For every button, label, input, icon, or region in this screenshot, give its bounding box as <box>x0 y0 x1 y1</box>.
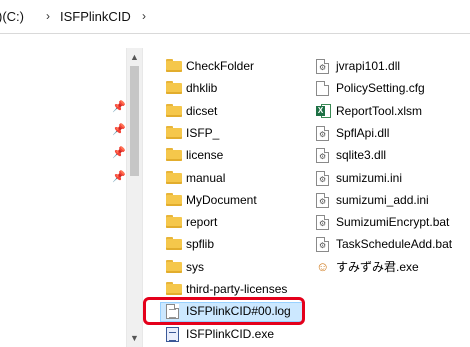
folder-icon <box>166 125 182 140</box>
folder-icon <box>166 192 182 207</box>
file-name: jvrapi101.dll <box>336 59 401 73</box>
breadcrumb-chevron-icon[interactable]: › <box>142 9 146 23</box>
scrollbar-thumb[interactable] <box>130 66 139 176</box>
file-name: manual <box>186 170 226 185</box>
breadcrumb-folder[interactable]: ISFPlinkCID <box>60 9 131 24</box>
file-name: PolicySetting.cfg <box>336 81 425 96</box>
file-name: license <box>186 148 224 163</box>
file-name: sys <box>186 259 204 274</box>
file-name: SpflApi.dll <box>336 125 390 140</box>
pin-icon[interactable]: 📌 <box>112 146 126 159</box>
folder-icon <box>166 282 182 296</box>
file-name: sumizumi.ini <box>336 170 403 185</box>
file-name: ISFPlinkCID.exe <box>186 326 275 341</box>
folder-icon <box>166 81 182 95</box>
folder-icon <box>166 170 182 185</box>
bat-file-icon: ⚙ <box>316 215 332 231</box>
excel-file-icon: X <box>316 103 332 118</box>
folder-icon <box>166 259 182 274</box>
red-highlight-annotation <box>143 297 305 325</box>
file-name: report <box>186 215 218 230</box>
folder-icon <box>166 148 182 162</box>
pin-icon[interactable]: 📌 <box>112 123 126 136</box>
dll-file-icon: ⚙ <box>316 148 332 164</box>
file-name: dhklib <box>186 81 218 96</box>
ini-file-icon: ⚙ <box>316 192 332 208</box>
file-name: spflib <box>186 237 215 252</box>
scroll-down-icon[interactable]: ▼ <box>127 331 142 345</box>
sumizumi-app-icon: ☺ <box>316 258 330 274</box>
navigation-pane: 📌 📌 📌 📌 <box>0 34 126 347</box>
scroll-up-icon[interactable]: ▲ <box>127 50 142 64</box>
folder-icon <box>166 59 182 73</box>
bat-file-icon: ⚙ <box>316 237 332 253</box>
file-name: CheckFolder <box>186 59 255 73</box>
file-name: SumizumiEncrypt.bat <box>336 215 450 230</box>
app-exe-icon <box>166 326 182 342</box>
pin-icon[interactable]: 📌 <box>112 170 126 183</box>
folder-icon <box>166 215 182 229</box>
address-bar[interactable]: )(C:) › ISFPlinkCID › <box>0 0 470 34</box>
breadcrumb-drive[interactable]: )(C:) <box>0 9 24 24</box>
file-name: MyDocument <box>186 192 257 207</box>
blank-file-icon <box>316 81 332 97</box>
file-name: TaskScheduleAdd.bat <box>336 237 453 252</box>
pin-icon[interactable]: 📌 <box>112 100 126 113</box>
file-name: すみずみ君.exe <box>336 259 419 274</box>
ini-file-icon: ⚙ <box>316 170 332 186</box>
breadcrumb-separator-icon[interactable]: › <box>46 9 50 23</box>
file-name: ISFP_ <box>186 125 220 140</box>
file-name: dicset <box>186 103 218 118</box>
folder-icon <box>166 103 182 118</box>
file-name: ReportTool.xlsm <box>336 103 423 118</box>
dll-file-icon: ⚙ <box>316 59 332 74</box>
file-name: sqlite3.dll <box>336 148 387 163</box>
file-name: sumizumi_add.ini <box>336 192 429 207</box>
dll-file-icon: ⚙ <box>316 125 332 141</box>
vertical-scrollbar[interactable]: ▲ ▼ <box>126 48 143 347</box>
folder-icon <box>166 237 182 251</box>
